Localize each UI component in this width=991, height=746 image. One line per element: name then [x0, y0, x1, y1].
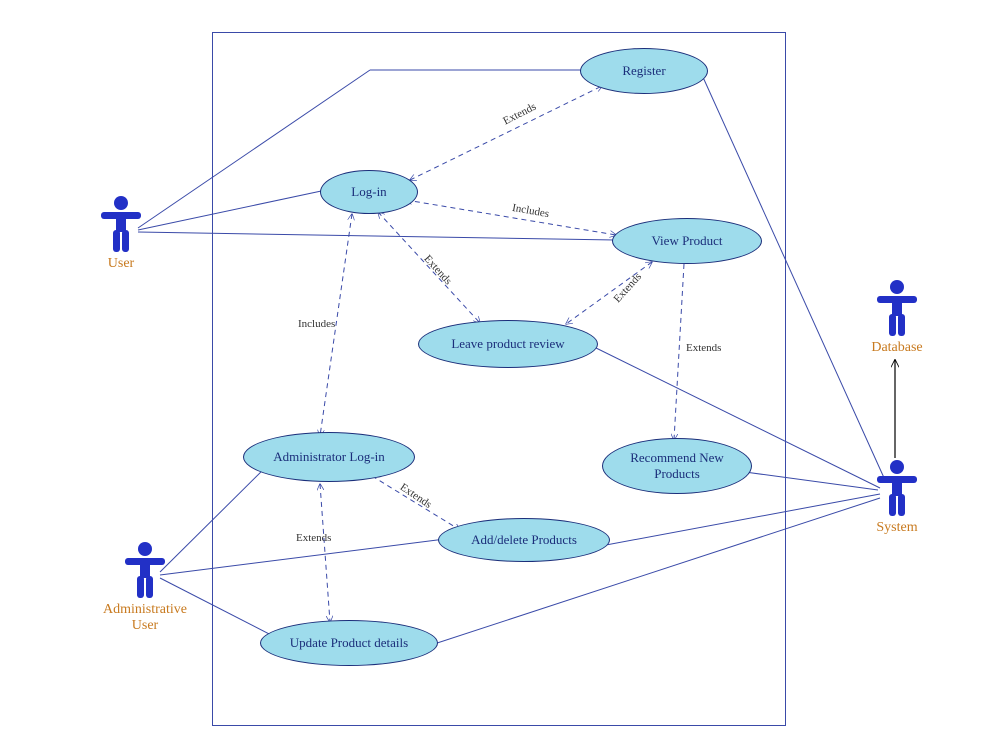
edge-adminlogin-updatedetails-extends — [320, 484, 330, 622]
usecase-adddelete[interactable]: Add/delete Products — [438, 518, 610, 562]
actor-user[interactable]: User — [86, 194, 156, 272]
usecase-recommend-label: Recommend New Products — [611, 450, 743, 482]
edges-layer — [0, 0, 991, 746]
diagram-canvas: User Administrative User System — [0, 0, 991, 746]
edge-login-register-extends — [410, 86, 602, 180]
usecase-register-label: Register — [622, 63, 665, 79]
usecase-login[interactable]: Log-in — [320, 170, 418, 214]
usecase-leavereview[interactable]: Leave product review — [418, 320, 598, 368]
edge-user-login — [138, 190, 326, 230]
usecase-recommend[interactable]: Recommend New Products — [602, 438, 752, 494]
usecase-adminlogin[interactable]: Administrator Log-in — [243, 432, 415, 482]
rel-login-adminlogin: Includes — [298, 318, 335, 330]
person-icon — [875, 278, 919, 338]
actor-database[interactable]: Database — [862, 278, 932, 356]
usecase-leavereview-label: Leave product review — [451, 336, 564, 352]
usecase-adminlogin-label: Administrator Log-in — [273, 449, 385, 465]
usecase-login-label: Log-in — [351, 184, 386, 200]
person-icon — [875, 458, 919, 518]
actor-admin-label: Administrative User — [90, 602, 200, 634]
edge-recommend-system — [745, 472, 878, 490]
edge-user-viewproduct — [138, 232, 615, 240]
usecase-register[interactable]: Register — [580, 48, 708, 94]
edge-viewproduct-recommend-extends — [674, 264, 684, 440]
edge-login-viewproduct-includes — [406, 200, 616, 235]
usecase-updatedetails[interactable]: Update Product details — [260, 620, 438, 666]
actor-admin[interactable]: Administrative User — [90, 540, 200, 634]
actor-user-label: User — [86, 256, 156, 272]
usecase-adddelete-label: Add/delete Products — [471, 532, 577, 548]
usecase-viewproduct[interactable]: View Product — [612, 218, 762, 264]
person-icon — [99, 194, 143, 254]
edge-admin-adddelete — [160, 539, 445, 575]
rel-adminlogin-adddelete2: Extends — [296, 532, 331, 544]
edge-system-adddelete — [606, 494, 880, 545]
usecase-updatedetails-label: Update Product details — [290, 635, 408, 651]
rel-viewproduct-recommend: Extends — [686, 342, 721, 354]
actor-database-label: Database — [862, 340, 932, 356]
person-icon — [123, 540, 167, 600]
actor-system[interactable]: System — [862, 458, 932, 536]
edge-viewproduct-leavereview-extends — [566, 262, 652, 324]
edge-register-system — [702, 75, 885, 480]
usecase-viewproduct-label: View Product — [651, 233, 722, 249]
actor-system-label: System — [862, 520, 932, 536]
